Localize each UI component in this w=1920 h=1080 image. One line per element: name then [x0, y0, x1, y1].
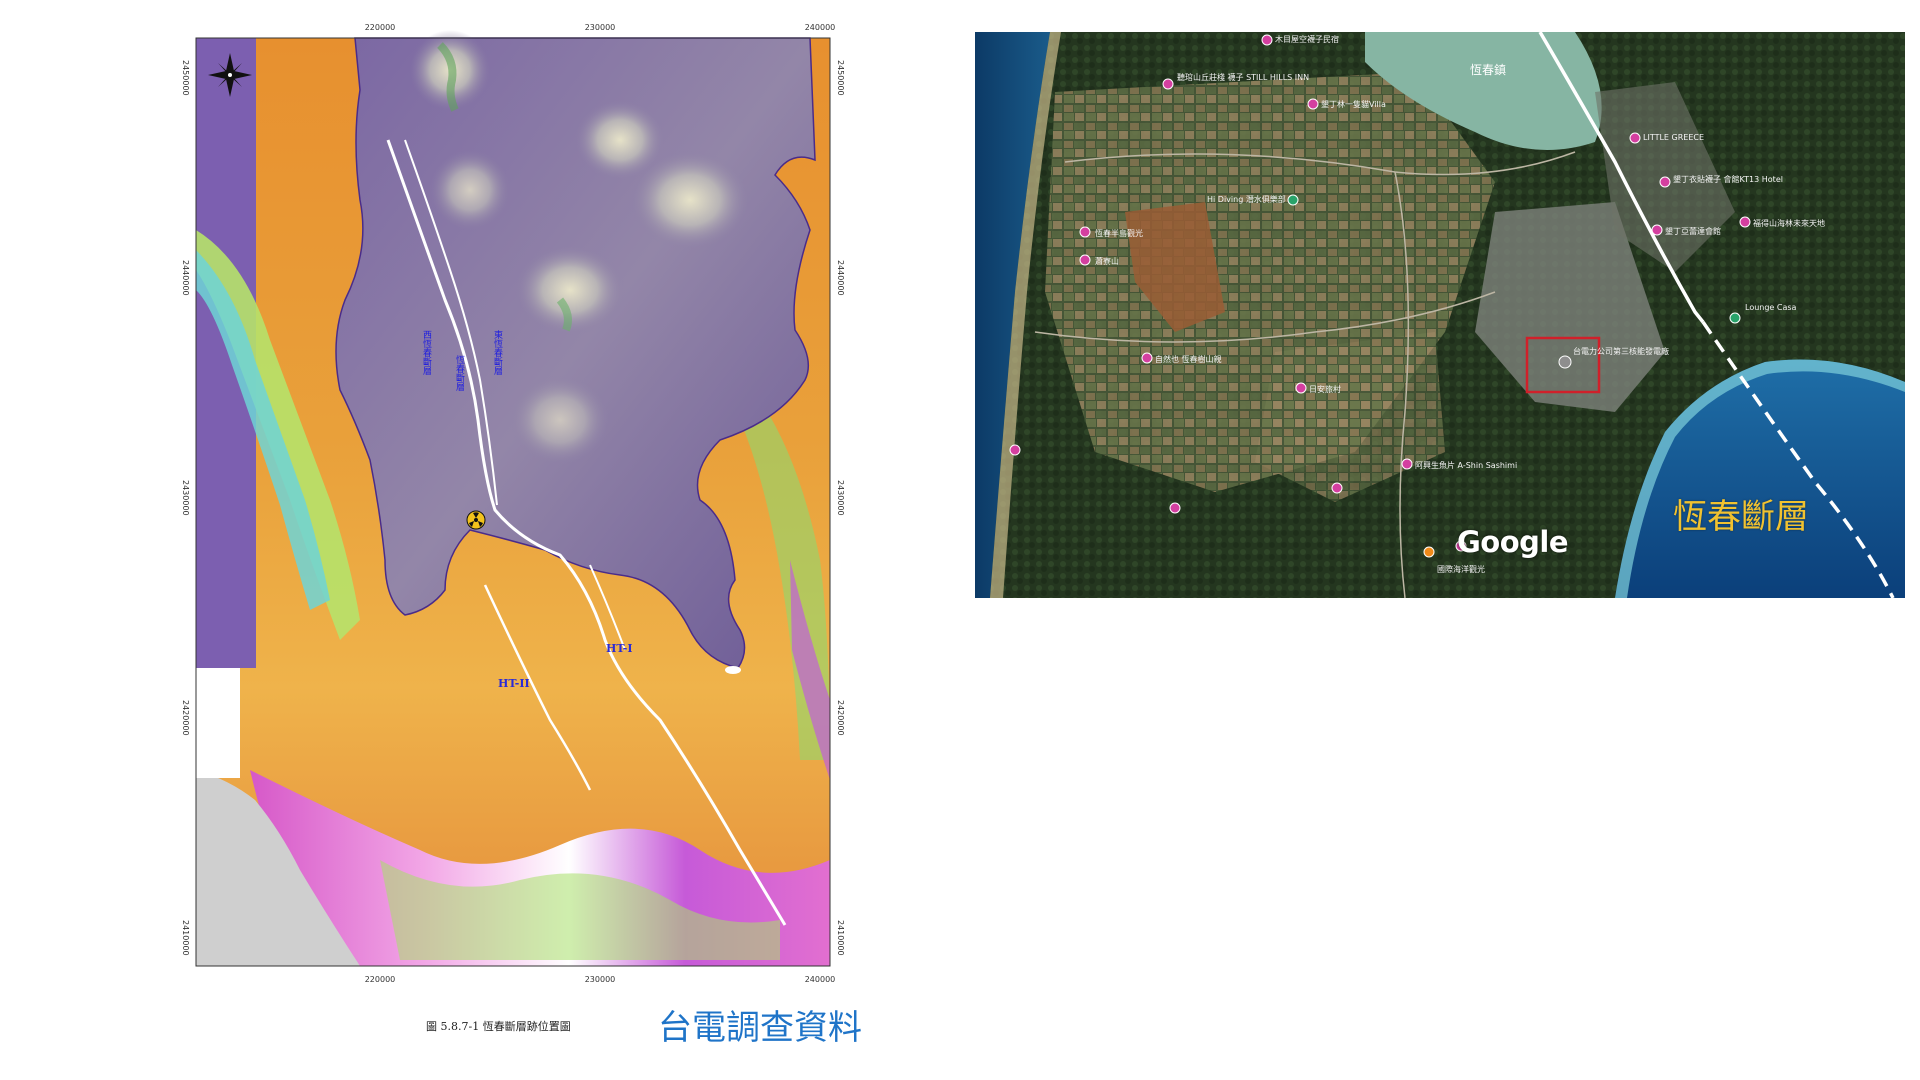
location-pin-icon[interactable]: [1729, 312, 1741, 324]
x-tick-label: 240000: [805, 975, 836, 984]
location-pin-icon[interactable]: [1423, 546, 1435, 558]
poi-label: 墾丁亞蕾達會館: [1665, 226, 1721, 236]
y-tick-label: 2430000: [181, 480, 190, 516]
hill-relief: [510, 375, 610, 465]
poi-label: Hi Diving 潛水俱樂部: [1207, 194, 1286, 204]
relief-map-panel: 220000 230000 240000 220000 230000 24000…: [0, 0, 900, 1080]
x-tick-label: 220000: [365, 23, 396, 32]
location-pin-icon[interactable]: [1739, 216, 1751, 228]
location-pin-icon[interactable]: [1009, 444, 1021, 456]
location-pin-icon[interactable]: [1169, 502, 1181, 514]
location-pin-icon[interactable]: [1629, 132, 1641, 144]
town-label: 恆春鎮: [1470, 62, 1506, 77]
poi-label: 福得山海林未來天地: [1753, 218, 1825, 228]
google-logo: Google: [1457, 525, 1569, 559]
location-pin-icon[interactable]: [1401, 458, 1413, 470]
y-tick-label: 2420000: [836, 700, 845, 736]
x-tick-label: 230000: [585, 975, 616, 984]
y-tick-label: 2420000: [181, 700, 190, 736]
figure-caption: 圖 5.8.7-1 恆春斷層跡位置圖: [426, 1020, 571, 1033]
location-pin-icon[interactable]: [1079, 226, 1091, 238]
x-tick-label: 220000: [365, 975, 396, 984]
location-pin-icon[interactable]: [1307, 98, 1319, 110]
location-pin-icon[interactable]: [1141, 352, 1153, 364]
poi-label: 阿興生魚片 A-Shin Sashimi: [1415, 460, 1517, 470]
y-tick-label: 2440000: [181, 260, 190, 296]
poi-label: LITTLE GREECE: [1643, 133, 1704, 142]
poi-label: Lounge Casa: [1745, 303, 1797, 312]
location-pin-icon[interactable]: [1079, 254, 1091, 266]
y-tick-label: 2410000: [181, 920, 190, 956]
fault-label: 恆春斷層: [1673, 497, 1809, 537]
location-pin-icon[interactable]: [1659, 176, 1671, 188]
ht-ii-label: HT-II: [498, 677, 530, 690]
location-pin-icon[interactable]: [1295, 382, 1307, 394]
west-fault-label: 西恆春斷層: [421, 330, 432, 376]
source-label: 台電調查資料: [658, 1008, 862, 1048]
nuclear-plant-icon: [466, 510, 486, 530]
location-pin-icon[interactable]: [1261, 34, 1273, 46]
x-tick-label: 240000: [805, 23, 836, 32]
ht-i-label: HT-I: [606, 642, 632, 655]
poi-label: 木目屋空襪子民宿: [1275, 34, 1339, 44]
poi-label: 國際海洋觀光: [1437, 564, 1485, 574]
east-fault-label: 東恆春斷層: [492, 329, 503, 376]
y-tick-label: 2450000: [836, 60, 845, 96]
y-tick-label: 2440000: [836, 260, 845, 296]
location-pin-icon[interactable]: [1162, 78, 1174, 90]
location-pin-icon[interactable]: [1287, 194, 1299, 206]
y-tick-label: 2450000: [181, 60, 190, 96]
hill-relief: [575, 100, 665, 180]
poi-label: 日安旅村: [1309, 384, 1341, 394]
relief-map: 220000 230000 240000 220000 230000 24000…: [181, 23, 845, 984]
x-tick-label: 230000: [585, 23, 616, 32]
satellite-map[interactable]: 木目屋空襪子民宿 聽琯山丘莊棧 襪子 STILL HILLS INN 墾丁林一隻…: [975, 32, 1905, 598]
hill-relief: [430, 150, 510, 230]
poi-label: 恆春半島觀光: [1095, 228, 1143, 238]
y-tick-label: 2410000: [836, 920, 845, 956]
plant-marker-icon[interactable]: [1558, 355, 1572, 369]
poi-label: 蕭寮山: [1095, 256, 1119, 266]
location-pin-icon[interactable]: [1331, 482, 1343, 494]
poi-label: 墾丁衣貼襪子 會館KT13 Hotel: [1673, 174, 1783, 184]
islet-marker: [725, 666, 741, 674]
poi-label: 台電力公司第三核能發電廠: [1573, 346, 1669, 356]
poi-label: 墾丁林一隻貓Villa: [1321, 99, 1386, 109]
main-fault-label: 恆春斷層: [454, 354, 465, 392]
y-tick-label: 2430000: [836, 480, 845, 516]
location-pin-icon[interactable]: [1651, 224, 1663, 236]
poi-label: 自然也 恆春樹山親: [1155, 354, 1222, 364]
no-data-area: [196, 668, 240, 778]
poi-label: 聽琯山丘莊棧 襪子 STILL HILLS INN: [1177, 72, 1309, 82]
